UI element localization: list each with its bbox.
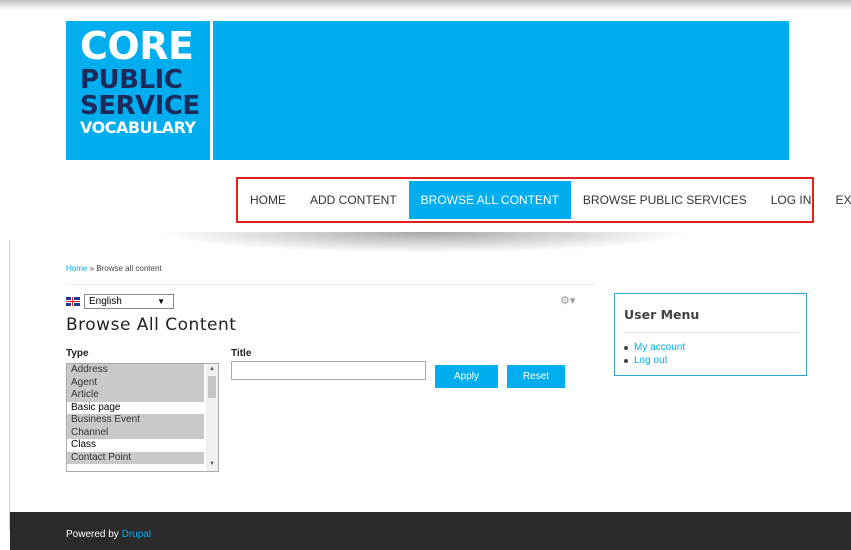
footer: Powered by Drupal [10, 512, 851, 550]
breadcrumb-current: Browse all content [96, 264, 162, 273]
nav-log-in[interactable]: LOG IN [759, 181, 824, 219]
nav-browse-public-services[interactable]: BROWSE PUBLIC SERVICES [571, 181, 759, 219]
breadcrumb: Home » Browse all content [66, 264, 162, 273]
dropdown-arrow-icon: ▼ [157, 297, 165, 306]
logo-line-2: PUBLIC [80, 65, 183, 95]
nav-export[interactable]: EXPORT [823, 181, 851, 219]
type-listbox[interactable]: Address Agent Article Basic page Busines… [66, 363, 219, 472]
scrollbar-thumb[interactable] [208, 376, 216, 398]
nav-browse-all-content[interactable]: BROWSE ALL CONTENT [408, 181, 571, 219]
nav-home[interactable]: HOME [238, 181, 298, 219]
reset-button[interactable]: Reset [507, 365, 565, 388]
scroll-up-icon[interactable]: ▲ [209, 366, 215, 372]
type-option[interactable]: Address [67, 364, 204, 377]
type-option[interactable]: Agent [67, 376, 204, 389]
user-menu-item: Log out [624, 354, 685, 367]
user-menu-list: My account Log out [624, 341, 685, 367]
language-selected-value: English [89, 296, 122, 307]
user-menu-title: User Menu [624, 307, 700, 322]
page: CORE PUBLIC SERVICE VOCABULARY HOME ADD … [0, 0, 851, 550]
apply-button[interactable]: Apply [435, 365, 498, 388]
breadcrumb-separator: » [89, 264, 95, 273]
user-menu-divider [624, 332, 798, 333]
user-menu-block: User Menu My account Log out [614, 293, 807, 376]
user-menu-item: My account [624, 341, 685, 354]
type-option[interactable]: Contact Point [67, 451, 204, 464]
type-option[interactable]: Basic page [67, 402, 204, 415]
footer-prefix: Powered by [66, 529, 119, 540]
type-option[interactable]: Class [67, 439, 204, 452]
logo-line-3: SERVICE [80, 91, 200, 121]
language-select[interactable]: English ▼ [84, 294, 174, 309]
drupal-link[interactable]: Drupal [122, 529, 151, 540]
bullet-icon [624, 358, 628, 363]
type-option[interactable]: Channel [67, 426, 204, 439]
bullet-icon [624, 345, 628, 350]
my-account-link[interactable]: My account [634, 341, 685, 354]
gear-icon[interactable]: ⚙▾ [560, 294, 575, 307]
type-option[interactable]: Business Event [67, 414, 204, 427]
breadcrumb-divider [66, 284, 596, 285]
logo-line-4: VOCABULARY [80, 118, 196, 137]
log-out-link[interactable]: Log out [634, 354, 667, 367]
header-separator [0, 232, 851, 262]
title-input[interactable] [231, 361, 426, 380]
type-label: Type [66, 348, 89, 359]
page-title: Browse All Content [66, 315, 237, 335]
logo-line-1: CORE [80, 24, 194, 68]
main-nav: HOME ADD CONTENT BROWSE ALL CONTENT BROW… [236, 177, 851, 223]
left-border [9, 240, 10, 530]
footer-text: Powered by Drupal [66, 529, 151, 540]
title-label: Title [231, 348, 252, 359]
top-shadow [0, 0, 851, 10]
type-option[interactable]: Article [67, 389, 204, 402]
breadcrumb-home-link[interactable]: Home [66, 264, 87, 273]
header-banner [213, 21, 789, 160]
scroll-down-icon[interactable]: ▼ [209, 461, 215, 467]
site-logo[interactable]: CORE PUBLIC SERVICE VOCABULARY [66, 21, 210, 160]
uk-flag-icon [66, 297, 80, 306]
nav-add-content[interactable]: ADD CONTENT [298, 181, 409, 219]
listbox-scrollbar[interactable]: ▲ ▼ [206, 364, 218, 471]
language-switcher: English ▼ [66, 294, 174, 309]
